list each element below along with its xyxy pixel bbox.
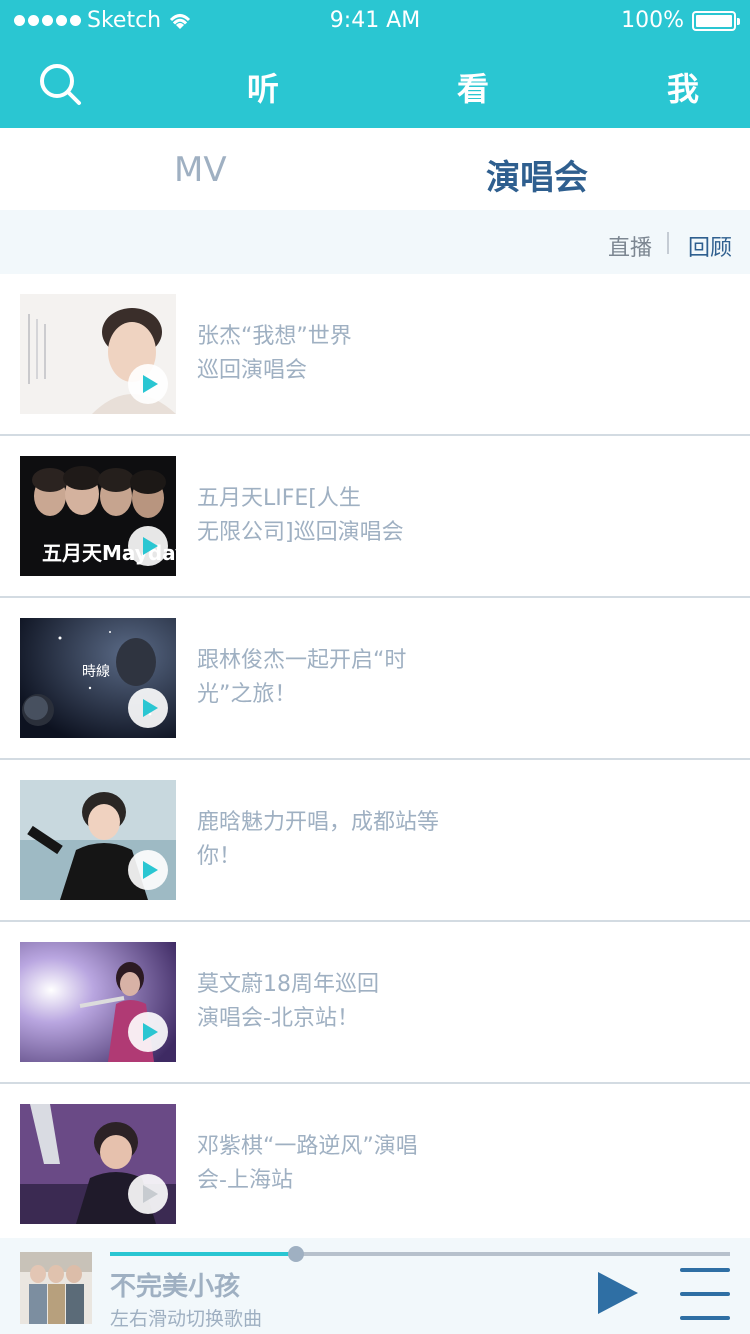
concert-thumbnail [20, 942, 176, 1062]
search-icon[interactable] [38, 62, 82, 106]
play-icon[interactable] [128, 1174, 168, 1214]
play-icon[interactable] [128, 364, 168, 404]
nav-watch[interactable]: 看 [457, 64, 489, 110]
concert-title: 莫文蔚18周年巡回 演唱会-北京站！ [197, 972, 379, 1031]
song-title: 不完美小孩 [110, 1272, 241, 1302]
filter-divider [667, 232, 669, 254]
play-icon[interactable] [128, 1012, 168, 1052]
playlist-menu-icon[interactable] [680, 1268, 730, 1320]
concert-thumbnail [20, 294, 176, 414]
list-item[interactable]: 邓紫棋“一路逆风”演唱 会-上海站 [0, 1084, 750, 1246]
thumbnail-caption: 時線 [82, 664, 110, 680]
list-item[interactable]: 莫文蔚18周年巡回 演唱会-北京站！ [0, 922, 750, 1084]
concert-thumbnail [20, 780, 176, 900]
mini-player: 不完美小孩 左右滑动切换歌曲 [0, 1238, 750, 1334]
album-art [20, 1252, 92, 1324]
filter-bar: 直播 回顾 [0, 210, 750, 274]
swipe-hint: 左右滑动切换歌曲 [110, 1308, 263, 1330]
battery-icon [692, 10, 740, 31]
list-item[interactable]: 時線 跟林俊杰一起开启“时 光”之旅！ [0, 598, 750, 760]
concert-title: 邓紫棋“一路逆风”演唱 会-上海站 [197, 1134, 418, 1193]
nav-listen[interactable]: 听 [247, 64, 279, 110]
concert-thumbnail: 時線 [20, 618, 176, 738]
play-icon[interactable] [128, 850, 168, 890]
concert-title: 五月天LIFE[人生 无限公司]巡回演唱会 [197, 486, 404, 545]
album-cover[interactable] [20, 1252, 92, 1324]
nav-me[interactable]: 我 [667, 64, 699, 110]
filter-live[interactable]: 直播 [608, 230, 652, 262]
top-nav: 听 看 我 [0, 44, 750, 128]
concert-thumbnail: 五月天Mayday [20, 456, 176, 576]
concert-title: 跟林俊杰一起开启“时 光”之旅！ [197, 648, 407, 707]
battery-percent: 100% [621, 8, 684, 33]
progress-knob[interactable] [288, 1246, 304, 1262]
play-icon[interactable] [128, 526, 168, 566]
status-bar: Sketch 9:41 AM 100% [0, 0, 750, 44]
app-header: Sketch 9:41 AM 100% 听 看 我 [0, 0, 750, 128]
progress-fill [110, 1252, 296, 1256]
tab-concert[interactable]: 演唱会 [486, 150, 588, 199]
concert-title: 张杰“我想”世界 巡回演唱会 [197, 324, 352, 383]
play-pause-button[interactable] [598, 1272, 640, 1314]
play-icon[interactable] [128, 688, 168, 728]
progress-bar[interactable] [110, 1246, 730, 1262]
list-item[interactable]: 五月天Mayday 五月天LIFE[人生 无限公司]巡回演唱会 [0, 436, 750, 598]
concert-list: 张杰“我想”世界 巡回演唱会 五月天Mayday 五月天LIFE[人生 无限公司… [0, 274, 750, 1246]
list-item[interactable]: 张杰“我想”世界 巡回演唱会 [0, 274, 750, 436]
content-tabs: MV 演唱会 [0, 128, 750, 210]
concert-title: 鹿晗魅力开唱，成都站等 你！ [197, 810, 440, 869]
tab-mv[interactable]: MV [174, 150, 227, 190]
list-item[interactable]: 鹿晗魅力开唱，成都站等 你！ [0, 760, 750, 922]
filter-replay[interactable]: 回顾 [688, 230, 732, 262]
concert-thumbnail [20, 1104, 176, 1224]
